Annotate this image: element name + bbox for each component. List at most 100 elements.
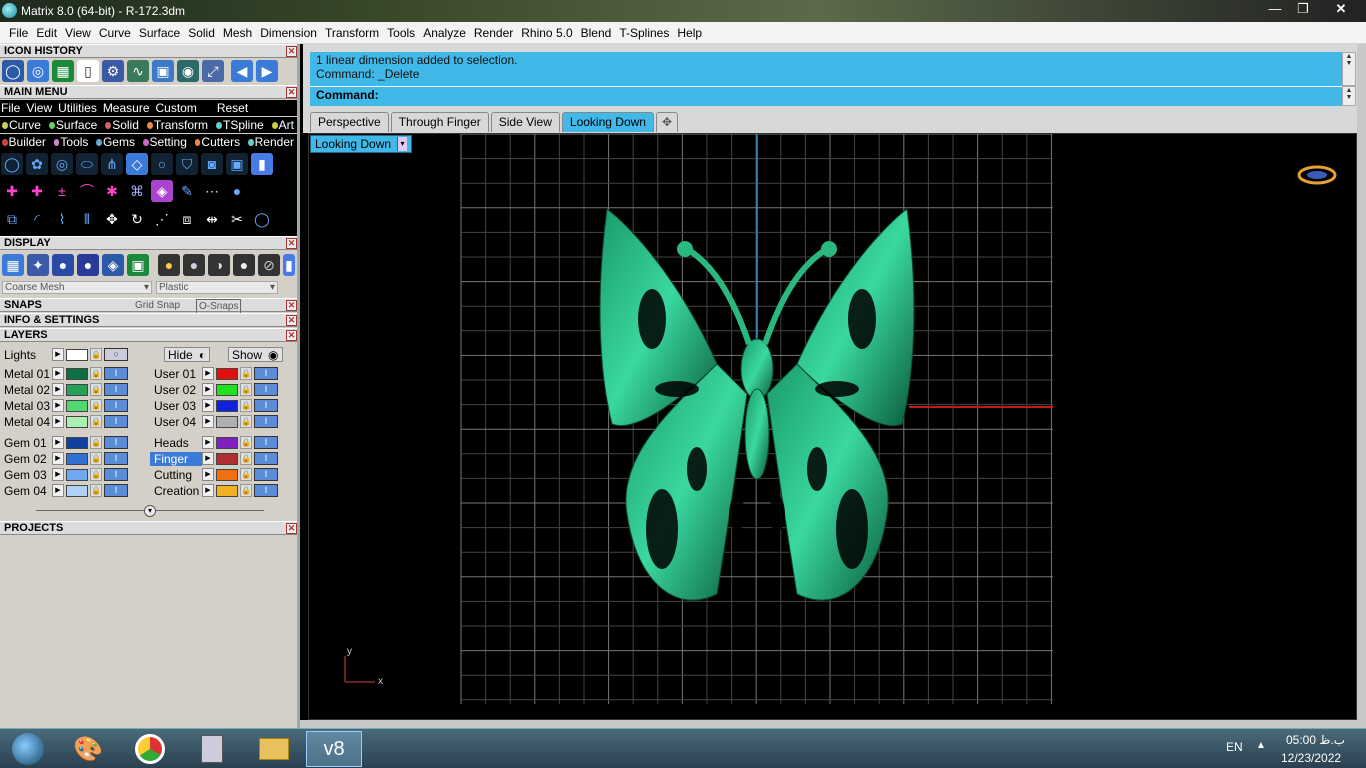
close-icon[interactable]: ✕ [286,330,297,341]
clock-date[interactable]: 12/23/2022 [1281,751,1341,765]
layer-row[interactable]: Gem 01 ▶ 🔒 I [0,435,128,450]
mm-builder[interactable]: Builder [9,135,46,149]
visibility-icon[interactable]: I [254,484,278,497]
close-icon[interactable]: ✕ [286,300,297,311]
matrix-app-icon[interactable]: v8 [306,731,362,767]
chevron-down-icon[interactable]: ▾ [144,505,156,517]
close-icon[interactable]: ✕ [286,523,297,534]
expand-icon[interactable]: ▶ [202,484,214,497]
menu-tools[interactable]: Tools [383,26,419,40]
rotate-icon[interactable]: ↻ [126,208,148,230]
layer-color-swatch[interactable] [66,436,88,449]
close-icon[interactable]: ✕ [286,46,297,57]
expand-icon[interactable]: ▶ [202,399,214,412]
tab-through-finger[interactable]: Through Finger [390,112,489,132]
chrome-icon[interactable] [122,731,178,767]
mm-custom[interactable]: Custom [156,101,197,115]
ring-band-icon[interactable]: ◙ [201,153,223,175]
expand-icon[interactable]: ▶ [202,452,214,465]
mm-curve[interactable]: Curve [9,118,41,132]
curve-icon[interactable]: ∿ [127,60,149,82]
lock-icon[interactable]: 🔒 [240,452,252,465]
expand-icon[interactable]: ▶ [202,415,214,428]
layer-color-swatch[interactable] [216,415,238,428]
expand-icon[interactable]: ▶ [202,383,214,396]
white-material-icon[interactable]: ◑ [208,254,230,276]
gear-icon[interactable]: ⚙ [102,60,124,82]
silver-material-icon[interactable]: ● [183,254,205,276]
layer-color-swatch[interactable] [66,399,88,412]
new-file-icon[interactable]: ▯ [77,60,99,82]
tab-side-view[interactable]: Side View [490,112,560,132]
link-icon[interactable]: ⌘ [126,180,148,202]
expand-icon[interactable]: ▶ [52,452,64,465]
wireframe-icon[interactable]: ▦ [2,254,24,276]
layer-row[interactable]: Gem 02 ▶ 🔒 I [0,451,128,466]
expand-icon[interactable]: ▶ [202,468,214,481]
visibility-icon[interactable]: I [254,415,278,428]
mm-surface[interactable]: Surface [56,118,97,132]
expand-icon[interactable]: ▶ [52,436,64,449]
command-line[interactable]: Command: [310,86,1342,106]
sphere-icon[interactable]: ◎ [27,60,49,82]
layer-row[interactable]: Cutting ▶ 🔒 I [150,467,278,482]
blob-icon[interactable]: ● [226,180,248,202]
ring-outline-icon[interactable]: ◯ [251,208,273,230]
minus-plus-icon[interactable]: ± [51,180,73,202]
visibility-icon[interactable]: I [254,436,278,449]
circle-icon[interactable]: ◯ [1,153,23,175]
layer-row[interactable]: Gem 04 ▶ 🔒 I [0,483,128,498]
array-icon[interactable]: ⋯ [201,180,223,202]
glossy-sphere-icon[interactable]: ● [77,254,99,276]
ring-icon[interactable]: ◎ [51,153,73,175]
menu-render[interactable]: Render [470,26,517,40]
visibility-icon[interactable]: I [104,484,128,497]
minimize-button[interactable]: — [1262,0,1288,20]
env-icon[interactable]: ◈ [102,254,124,276]
lock-icon[interactable]: 🔒 [90,452,102,465]
move-icon[interactable]: ✥ [101,208,123,230]
layer-color-swatch[interactable] [216,484,238,497]
viewport[interactable]: y x Looking Down ▾ [308,133,1357,720]
expand-icon[interactable]: ▶ [52,468,64,481]
burst-icon[interactable]: ⋰ [151,208,173,230]
layer-color-swatch[interactable] [66,415,88,428]
layer-color-swatch[interactable] [66,452,88,465]
visibility-icon[interactable]: I [104,367,128,380]
lock-icon[interactable]: 🔒 [240,383,252,396]
expand-icon[interactable]: ▶ [52,399,64,412]
layer-row[interactable]: Metal 03 ▶ 🔒 I [0,398,128,413]
forward-arrow-icon[interactable]: ▶ [256,60,278,82]
menu-transform[interactable]: Transform [321,26,383,40]
menu-surface[interactable]: Surface [135,26,184,40]
lock-icon[interactable]: 🔒 [90,383,102,396]
add-viewport-icon[interactable]: ✥ [655,112,679,132]
mm-view[interactable]: View [26,101,52,115]
start-button[interactable] [0,731,56,767]
arc-icon[interactable]: ⌒ [76,180,98,202]
panel-toggle-icon[interactable]: ▮ [251,153,273,175]
mm-transform[interactable]: Transform [154,118,208,132]
viewport-name-dropdown[interactable]: Looking Down ▾ [310,135,413,153]
menu-edit[interactable]: Edit [32,26,61,40]
layer-color-swatch[interactable] [216,399,238,412]
calculator-icon[interactable] [184,731,240,767]
visibility-icon[interactable]: I [104,436,128,449]
mm-art[interactable]: Art [279,118,294,132]
visibility-icon[interactable]: I [104,452,128,465]
lock-icon[interactable]: 🔒 [240,436,252,449]
wire-material-icon[interactable]: ⊘ [258,254,280,276]
shield-icon[interactable]: ⛉ [176,153,198,175]
visibility-icon[interactable]: I [254,468,278,481]
command-scrollbar[interactable]: ▲ ▼ [1342,86,1356,106]
split-icon[interactable]: ⫴ [76,208,98,230]
mm-file[interactable]: File [1,101,20,115]
layer-row[interactable]: Metal 04 ▶ 🔒 I [0,414,128,429]
tab-perspective[interactable]: Perspective [310,112,389,132]
band-icon[interactable]: ▣ [226,153,248,175]
expand-icon[interactable]: ▶ [52,484,64,497]
render-sphere-icon[interactable]: ● [52,254,74,276]
lock-icon[interactable]: 🔒 [240,399,252,412]
expand-icon[interactable]: ▶ [52,348,64,361]
visibility-icon[interactable]: ○ [104,348,128,361]
